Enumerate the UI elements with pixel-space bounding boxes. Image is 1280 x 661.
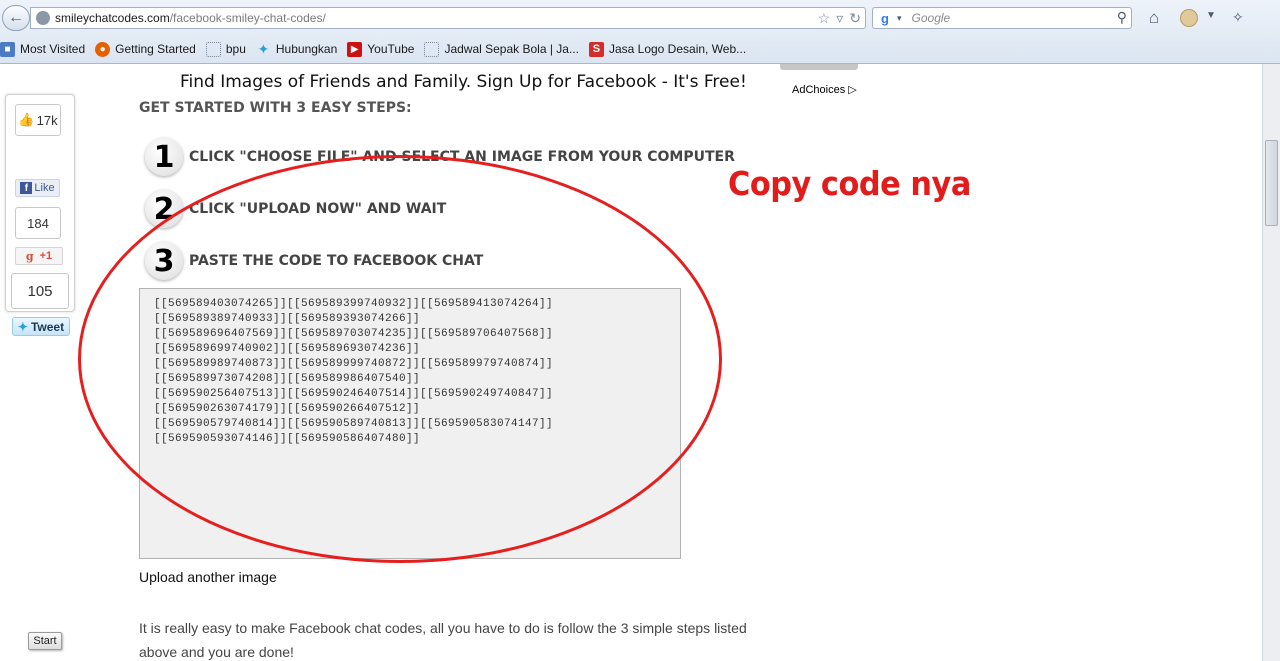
browser-chrome: ← smileychatcodes.com/facebook-smiley-ch… — [0, 0, 1280, 64]
fb-count: 17k — [36, 112, 58, 128]
url-host: smileychatcodes.com — [55, 11, 170, 25]
bookmark-item[interactable]: ✦ Hubungkan — [256, 40, 338, 57]
gplus-button[interactable]: g +1 — [15, 247, 63, 265]
google-icon[interactable]: g — [873, 8, 897, 28]
ad-banner-link[interactable]: Find Images of Friends and Family. Sign … — [180, 72, 747, 92]
code-line: [[569589989740873]][[569589999740872]][[… — [154, 358, 554, 370]
youtube-icon: ▶ — [347, 41, 363, 57]
step-2: 2 CLICK "UPLOAD NOW" AND WAIT — [145, 190, 446, 228]
upload-another-link[interactable]: Upload another image — [139, 569, 277, 585]
bookmark-label: bpu — [225, 42, 246, 56]
menu-dropdown-icon[interactable]: ▼ — [1206, 10, 1216, 21]
thumbs-up-icon: 👍 — [18, 112, 35, 127]
search-engine-dropdown-icon[interactable]: ▾ — [897, 13, 902, 24]
addon-face-icon[interactable] — [1180, 9, 1198, 27]
step-text: PASTE THE CODE TO FACEBOOK CHAT — [189, 253, 484, 269]
gplus-count-bubble: 184 — [15, 207, 61, 239]
search-box[interactable]: g ▾ Google ⚲ — [872, 7, 1132, 29]
facebook-icon: f — [20, 182, 33, 194]
code-line: [[569589699740902]][[569589693074236]] — [154, 343, 421, 355]
home-icon[interactable]: ⌂ — [1144, 9, 1164, 27]
code-textarea[interactable]: [[569589403074265]][[569589399740932]][[… — [139, 288, 681, 559]
bookmark-label: Jadwal Sepak Bola | Ja... — [444, 42, 579, 56]
tweet-count: 105 — [27, 282, 53, 300]
addon-bug-icon[interactable]: ✧ — [1232, 9, 1254, 27]
gplus-label: +1 — [39, 250, 53, 262]
fb-count-bubble: 👍 17k — [15, 104, 61, 136]
bookmark-label: Hubungkan — [275, 42, 338, 56]
scroll-thumb[interactable] — [1265, 140, 1278, 226]
fb-like-button[interactable]: f Like — [15, 179, 60, 197]
step-1: 1 CLICK "CHOOSE FILE" AND SELECT AN IMAG… — [145, 138, 735, 176]
step-text: CLICK "CHOOSE FILE" AND SELECT AN IMAGE … — [189, 149, 735, 165]
adchoices-link[interactable]: AdChoices ▷ — [792, 83, 857, 97]
annotation-text: Copy code nya — [728, 164, 971, 203]
start-button[interactable]: Start — [28, 632, 62, 650]
adchoices-label: AdChoices — [792, 83, 846, 96]
info-paragraph: It is really easy to make Facebook chat … — [139, 620, 747, 660]
tweet-label: Tweet — [30, 319, 65, 334]
nav-toolbar: ← smileychatcodes.com/facebook-smiley-ch… — [0, 4, 1280, 32]
back-arrow-icon: ← — [8, 9, 24, 26]
bookmark-label: Jasa Logo Desain, Web... — [608, 42, 747, 56]
search-icon[interactable]: ⚲ — [1117, 9, 1127, 26]
page-content: Find Images of Friends and Family. Sign … — [0, 64, 1262, 661]
vertical-scrollbar[interactable] — [1262, 64, 1280, 661]
bookmark-item[interactable]: ■ Most Visited — [0, 41, 86, 57]
code-line: [[569589403074265]][[569589399740932]][[… — [154, 298, 554, 310]
most-visited-icon: ■ — [0, 41, 15, 57]
bookmark-star-icon[interactable]: ☆ — [818, 10, 831, 27]
steps-heading: GET STARTED WITH 3 EASY STEPS: — [139, 100, 412, 116]
share-widget: 👍 17k f Like 184 g +1 105 ✦ Tweet — [5, 94, 75, 336]
bookmark-item[interactable]: S Jasa Logo Desain, Web... — [588, 41, 747, 57]
step-number: 2 — [145, 190, 183, 228]
code-line: [[569589696407569]][[569589703074235]][[… — [154, 328, 554, 340]
bookmark-item[interactable]: Jadwal Sepak Bola | Ja... — [424, 41, 579, 57]
site-favicon-icon — [36, 11, 50, 25]
bookmark-item[interactable]: ▶ YouTube — [347, 41, 415, 57]
step-number: 3 — [145, 242, 183, 280]
back-button[interactable]: ← — [2, 5, 30, 31]
url-actions: ☆ ▿ ↻ — [818, 10, 861, 27]
step-number: 1 — [145, 138, 183, 176]
bookmark-item[interactable]: bpu — [205, 41, 246, 57]
url-path: /facebook-smiley-chat-codes/ — [169, 11, 326, 25]
code-line: [[569590256407513]][[569590246407514]][[… — [154, 388, 554, 400]
tweet-count-bubble: 105 — [11, 273, 69, 309]
gplus-count: 184 — [27, 215, 49, 231]
code-line: [[569589389740933]][[569589393074266]] — [154, 313, 421, 325]
s-logo-icon: S — [588, 41, 604, 57]
search-input[interactable]: Google — [912, 11, 951, 25]
bookmark-label: Getting Started — [115, 42, 196, 56]
bookmark-label: Most Visited — [20, 42, 86, 56]
dotted-page-icon — [205, 41, 221, 57]
ad-tab — [780, 64, 858, 70]
dropdown-arrow-icon[interactable]: ▿ — [836, 10, 843, 27]
twitter-bird-icon: ✦ — [257, 40, 270, 57]
fb-like-label: Like — [34, 182, 55, 194]
tweet-button[interactable]: ✦ Tweet — [12, 317, 70, 336]
adchoices-icon: ▷ — [848, 84, 857, 96]
bookmarks-toolbar: ■ Most Visited ● Getting Started bpu ✦ Hubu… — [0, 38, 1280, 60]
step-3: 3 PASTE THE CODE TO FACEBOOK CHAT — [145, 242, 483, 280]
dotted-page-icon — [424, 41, 440, 57]
bookmark-label: YouTube — [367, 42, 415, 56]
reload-icon[interactable]: ↻ — [849, 10, 861, 27]
firefox-icon: ● — [95, 41, 111, 57]
twitter-bird-icon: ✦ — [17, 319, 28, 334]
code-line: [[569590593074146]][[569590586407480]] — [154, 433, 421, 445]
step-text: CLICK "UPLOAD NOW" AND WAIT — [189, 201, 447, 217]
bookmark-item[interactable]: ● Getting Started — [95, 41, 196, 57]
code-line: [[569590263074179]][[569590266407512]] — [154, 403, 421, 415]
code-line: [[569590579740814]][[569590589740813]][[… — [154, 418, 554, 430]
google-plus-icon: g — [25, 249, 34, 263]
code-line: [[569589973074208]][[569589986407540]] — [154, 373, 421, 385]
url-bar[interactable]: smileychatcodes.com/facebook-smiley-chat… — [30, 7, 866, 29]
